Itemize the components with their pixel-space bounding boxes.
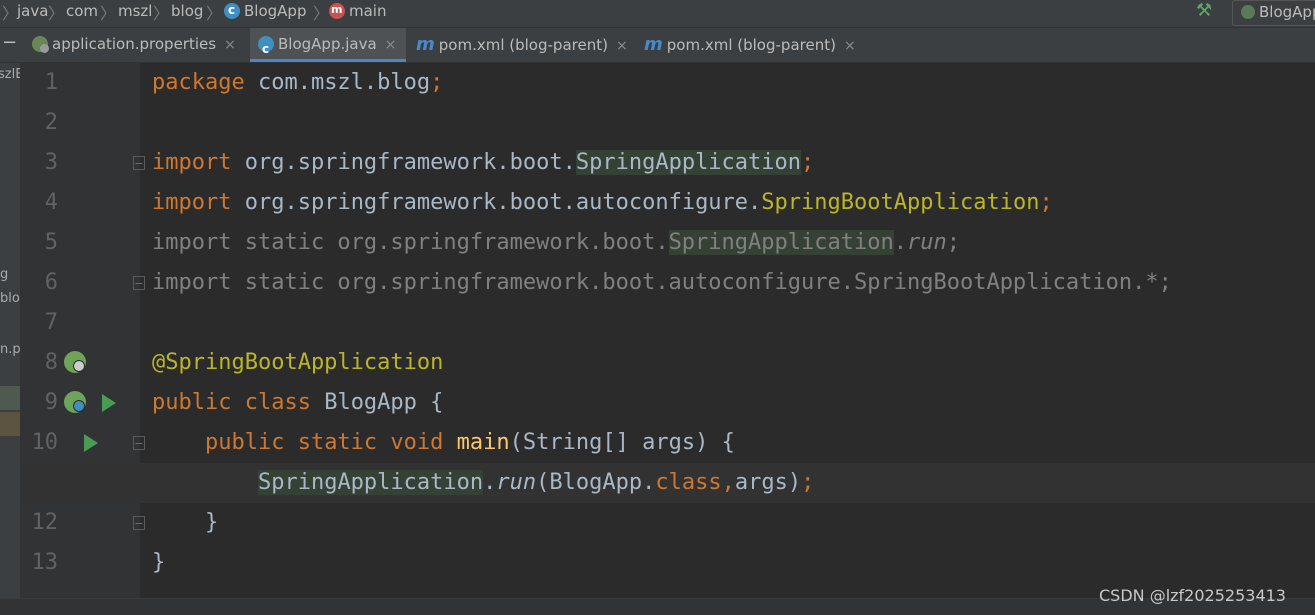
tab-pom-xml-2[interactable]: m pom.xml (blog-parent) × <box>640 28 862 62</box>
tab-label: BlogApp.java <box>278 35 377 53</box>
line-number: 12 <box>31 510 59 535</box>
line-number: 5 <box>44 230 58 255</box>
editor-tab-bar: − application.properties× BlogApp.java× … <box>0 28 1315 66</box>
close-icon[interactable]: × <box>224 37 236 53</box>
breadcrumb-separator: 〉 <box>153 4 170 23</box>
project-tree-selection <box>0 412 20 436</box>
code-line-4: import org.springframework.boot.autoconf… <box>152 190 1053 215</box>
project-tree-selection <box>0 386 20 410</box>
breadcrumb-item-com[interactable]: com <box>66 1 98 25</box>
line-number: 13 <box>31 550 59 575</box>
run-configuration-label: BlogApp <box>1259 3 1315 21</box>
tab-pom-xml-1[interactable]: m pom.xml (blog-parent) × <box>412 28 634 62</box>
breadcrumb-separator: 〉 <box>48 4 65 23</box>
project-tree-text: g <box>0 267 9 282</box>
breadcrumb-separator: 〉 <box>100 4 117 23</box>
code-line-3: import org.springframework.boot.SpringAp… <box>152 150 815 175</box>
line-number: 7 <box>44 310 58 335</box>
breadcrumb-item-label: main <box>349 2 387 20</box>
close-icon[interactable]: × <box>616 38 628 54</box>
tab-blogapp-java[interactable]: BlogApp.java × <box>250 28 406 66</box>
line-number: 4 <box>44 190 58 215</box>
collapse-icon[interactable]: − <box>2 32 18 53</box>
code-line-9: public class BlogApp { <box>152 390 444 415</box>
spring-bean-lens-icon[interactable] <box>64 351 86 373</box>
spring-boot-app-icon[interactable] <box>64 391 86 413</box>
project-tree-text: blog <box>0 291 20 306</box>
breadcrumb-item-mszl[interactable]: mszl <box>118 1 152 25</box>
breadcrumb-item-java[interactable]: java <box>17 1 48 25</box>
code-editor[interactable]: package com.mszl.blog; import org.spring… <box>20 63 1315 614</box>
spring-boot-icon <box>1241 5 1255 19</box>
properties-file-icon <box>32 36 49 53</box>
breadcrumb-separator: 〉 <box>2 4 19 23</box>
line-number: 9 <box>44 390 58 415</box>
breadcrumb-item-main[interactable]: main <box>329 0 387 25</box>
line-number: 8 <box>44 350 58 375</box>
project-panel-edge[interactable]: szlE g blog n.p <box>0 63 20 614</box>
code-line-8: @SpringBootApplication <box>152 350 444 375</box>
breadcrumb-separator: 〉 <box>206 4 223 23</box>
build-hammer-icon[interactable]: ⚒ <box>1196 0 1218 22</box>
breadcrumb-item-label: BlogApp <box>244 2 307 20</box>
close-icon[interactable]: × <box>385 37 397 53</box>
code-line-10: public static void main(String[] args) { <box>204 430 735 455</box>
watermark: CSDN @lzf2025253413 <box>1099 586 1286 605</box>
maven-icon: m <box>644 34 663 55</box>
run-configuration-selector[interactable]: BlogApp <box>1232 0 1315 26</box>
code-line-5: import static org.springframework.boot.S… <box>152 230 960 255</box>
run-main-icon[interactable] <box>84 434 98 452</box>
tab-label: pom.xml (blog-parent) <box>438 36 608 54</box>
code-line-6: import static org.springframework.boot.a… <box>152 270 1172 295</box>
line-number: 3 <box>44 150 58 175</box>
code-line-11: SpringApplication.run(BlogApp.class,args… <box>257 470 815 495</box>
tab-label: pom.xml (blog-parent) <box>666 36 836 54</box>
line-number: 6 <box>44 270 58 295</box>
run-class-icon[interactable] <box>102 394 116 412</box>
tab-label: application.properties <box>52 35 217 53</box>
code-line-12: } <box>204 510 219 535</box>
line-number: 2 <box>44 110 58 135</box>
class-icon <box>224 0 240 20</box>
breadcrumb-separator: 〉 <box>313 4 330 23</box>
method-icon <box>329 0 345 20</box>
project-tree-text: n.p <box>0 342 20 357</box>
line-number: 1 <box>44 70 58 95</box>
maven-icon: m <box>416 34 435 55</box>
code-line-13: } <box>152 550 166 575</box>
close-icon[interactable]: × <box>844 38 856 54</box>
line-number: 10 <box>31 430 59 455</box>
tab-application-properties[interactable]: application.properties × <box>28 28 244 62</box>
breadcrumb-item-blog[interactable]: blog <box>171 1 203 25</box>
java-class-icon <box>258 33 274 66</box>
breadcrumb-item-blogapp[interactable]: BlogApp <box>224 0 307 25</box>
project-tree-text: szlE <box>0 67 20 82</box>
code-line-1: package com.mszl.blog; <box>152 70 444 95</box>
breadcrumb: 〉 java 〉 com 〉 mszl 〉 blog 〉 BlogApp 〉 m… <box>0 0 1315 28</box>
